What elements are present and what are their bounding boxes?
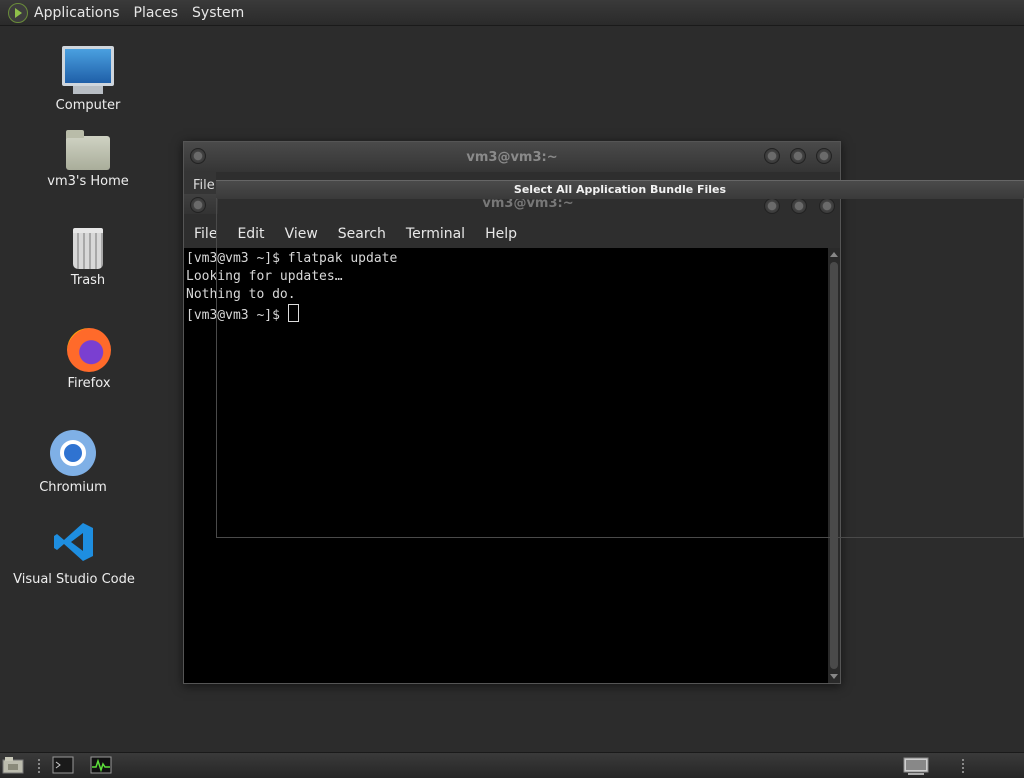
panel-handle-right[interactable] [962,759,972,773]
panel-handle[interactable] [38,759,48,773]
desktop-icon-label: Trash [70,273,106,288]
desktop-icon-computer[interactable]: Computer [23,46,153,113]
desktop-icon-label: Visual Studio Code [13,572,135,587]
computer-icon [62,46,114,94]
dialog-title: Select All Application Bundle Files [216,180,1024,199]
desktop-icon-home[interactable]: vm3's Home [23,130,153,189]
front-window-menu-button[interactable] [190,197,206,213]
menu-file-partial[interactable]: File [193,178,215,193]
minimize-button[interactable] [764,148,780,164]
desktop-icon-firefox[interactable]: Firefox [24,328,154,391]
top-panel: Applications Places System [0,0,1024,26]
applications-menu-icon[interactable] [8,2,28,23]
maximize-button[interactable] [790,148,806,164]
home-folder-icon [66,130,110,170]
window-menu-button[interactable] [190,148,206,164]
desktop-icon-label: Computer [55,98,121,113]
desktop-icon-label: Firefox [67,376,111,391]
workspace-switcher-icon[interactable] [903,756,929,776]
desktop-icon-vscode[interactable]: Visual Studio Code [9,520,139,587]
places-menu[interactable]: Places [134,5,179,21]
desktop-icon-trash[interactable]: Trash [23,228,153,288]
bottom-panel [0,752,1024,778]
desktop-icon-label: vm3's Home [47,174,129,189]
window-title: vm3@vm3:~ [466,149,558,165]
trash-icon [73,228,103,269]
chromium-icon [50,430,96,476]
window-titlebar[interactable]: vm3@vm3:~ [184,142,840,172]
dialog-frame [216,198,1024,538]
applications-menu[interactable]: Applications [34,5,120,21]
system-monitor-icon[interactable] [90,756,112,774]
firefox-icon [67,328,111,372]
close-button[interactable] [816,148,832,164]
desktop-icon-label: Chromium [39,480,107,495]
system-menu[interactable]: System [192,5,244,21]
scroll-down-arrow-icon[interactable] [830,674,838,679]
vscode-icon [54,523,93,561]
terminal-launcher-icon[interactable] [52,756,74,774]
desktop-icon-chromium[interactable]: Chromium [8,430,138,495]
menu-file[interactable]: File [194,226,217,242]
show-desktop-icon[interactable] [2,756,24,774]
